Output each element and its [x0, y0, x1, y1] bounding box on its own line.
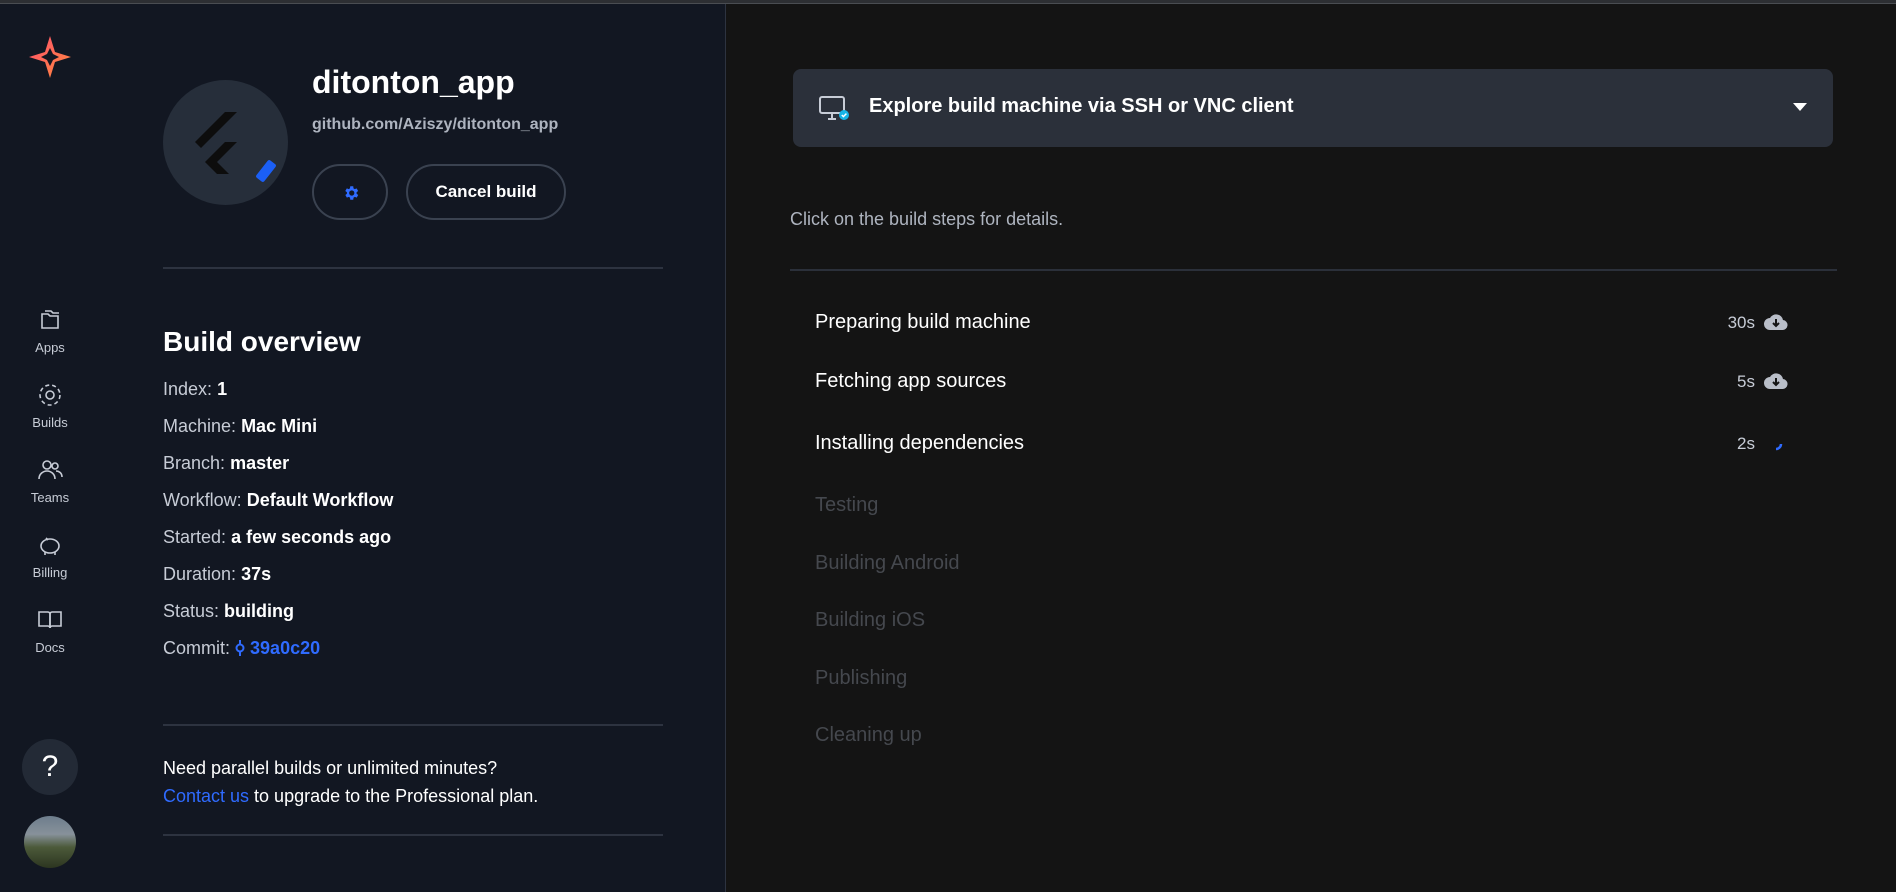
cloud-download-icon[interactable]: [1763, 311, 1789, 333]
sidebar-item-apps[interactable]: Apps: [0, 306, 100, 368]
overview-row-workflow: Workflow: Default Workflow: [163, 490, 394, 510]
monitor-icon: [819, 96, 849, 120]
overview-row-machine: Machine: Mac Mini: [163, 416, 318, 436]
step-name: Preparing build machine: [815, 311, 1031, 333]
upgrade-notice: Need parallel builds or unlimited minute…: [163, 758, 539, 806]
step-name: Installing dependencies: [815, 432, 1025, 454]
build-step-installing-dependencies[interactable]: Installing dependencies 2s: [815, 428, 1815, 460]
overview-row-duration: Duration: 37s: [163, 564, 272, 584]
build-step-publishing: Publishing: [815, 663, 1815, 695]
cancel-build-button[interactable]: Cancel build: [406, 164, 566, 220]
piggy-bank-icon: [40, 537, 60, 555]
book-icon: [38, 611, 62, 629]
sidebar-item-label: Teams: [30, 490, 70, 505]
instructions-text: Click on the build steps for details.: [790, 209, 1064, 229]
settings-button[interactable]: [312, 164, 388, 220]
avatar[interactable]: [24, 816, 76, 868]
spinner-icon: [255, 159, 277, 183]
overview-row-commit: Commit: 39a0c20: [163, 638, 321, 658]
sidebar-item-builds[interactable]: Builds: [0, 381, 100, 443]
build-info-panel: ditonton_app github.com/Aziszy/ditonton_…: [100, 4, 726, 892]
overview-row-started: Started: a few seconds ago: [163, 527, 392, 547]
step-name: Fetching app sources: [815, 370, 1007, 392]
step-duration: 5s: [1737, 372, 1755, 391]
app-name: ditonton_app: [312, 64, 515, 100]
builds-icon: [39, 384, 61, 406]
sidebar-item-label: Apps: [35, 340, 65, 355]
repo-link[interactable]: github.com/Aziszy/ditonton_app: [312, 116, 558, 134]
app-logo: [163, 80, 288, 205]
sidebar-item-label: Docs: [35, 640, 65, 655]
overview-row-status: Status: building: [163, 601, 295, 621]
chevron-down-icon: [1793, 103, 1807, 111]
divider: [163, 834, 663, 836]
step-name: Building iOS: [815, 609, 926, 631]
commit-link[interactable]: 39a0c20: [250, 638, 320, 658]
step-name: Publishing: [815, 667, 908, 689]
divider: [790, 269, 1837, 271]
teams-icon: [38, 460, 63, 480]
build-step-building-ios: Building iOS: [815, 605, 1815, 637]
build-step-building-android: Building Android: [815, 548, 1815, 580]
codemagic-logo-icon[interactable]: [27, 34, 73, 80]
contact-us-link[interactable]: Contact us: [163, 786, 249, 806]
section-title: Build overview: [163, 326, 361, 357]
sidebar-item-label: Billing: [32, 565, 68, 580]
build-step-preparing-build-machine[interactable]: Preparing build machine 30s: [815, 307, 1815, 339]
step-duration: 30s: [1727, 313, 1755, 332]
explore-label: Explore build machine via SSH or VNC cli…: [869, 95, 1294, 117]
cloud-download-icon[interactable]: [1763, 370, 1789, 392]
step-name: Cleaning up: [815, 724, 922, 746]
build-step-testing: Testing: [815, 490, 1815, 522]
flutter-logo-icon: [195, 112, 237, 174]
divider: [163, 724, 663, 726]
step-name: Testing: [815, 494, 879, 516]
build-step-cleaning-up: Cleaning up: [815, 720, 1815, 752]
help-button[interactable]: ?: [22, 739, 78, 795]
sidebar-item-teams[interactable]: Teams: [0, 456, 100, 518]
overview-row-index: Index: 1: [163, 379, 228, 399]
overview-row-branch: Branch: master: [163, 453, 290, 473]
divider: [163, 267, 663, 269]
explore-build-machine-dropdown[interactable]: Explore build machine via SSH or VNC cli…: [793, 69, 1833, 147]
sidebar-item-docs[interactable]: Docs: [0, 606, 100, 668]
folder-icon: [41, 310, 59, 329]
sidebar-item-label: Builds: [32, 415, 68, 430]
gear-icon: [345, 186, 359, 200]
sidebar-item-billing[interactable]: Billing: [0, 531, 100, 593]
step-duration: 2s: [1737, 434, 1755, 453]
commit-icon: [235, 640, 245, 656]
build-step-fetching-app-sources[interactable]: Fetching app sources 5s: [815, 366, 1815, 398]
step-name: Building Android: [815, 552, 960, 574]
sidebar: Apps Builds Teams Billing Docs ?: [0, 4, 100, 892]
spinner-icon: [1775, 443, 1783, 451]
